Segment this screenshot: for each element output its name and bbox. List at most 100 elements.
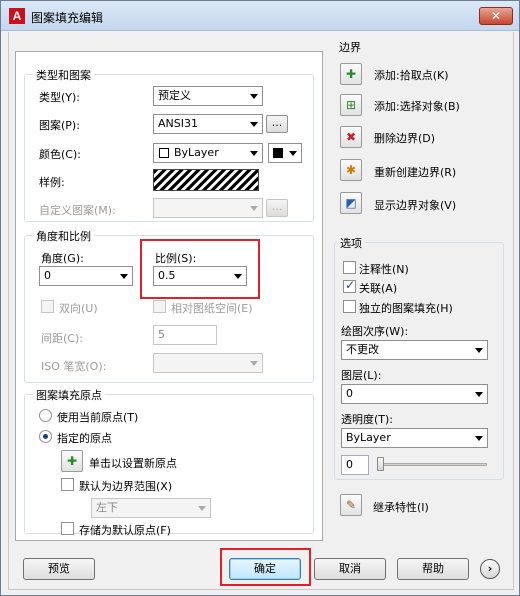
remove-boundaries-icon: ✖ xyxy=(345,130,357,144)
relative-paper-label: 相对图纸空间(E) xyxy=(171,302,253,315)
set-origin-label: 单击以设置新原点 xyxy=(89,457,177,470)
double-label: 双向(U) xyxy=(59,302,98,315)
view-selections-icon: ◩ xyxy=(345,196,357,210)
chevron-down-icon xyxy=(250,94,258,99)
draw-order-value: 不更改 xyxy=(346,343,379,356)
chevron-down-icon xyxy=(475,348,483,353)
view-selections-button[interactable]: ◩ xyxy=(340,192,362,214)
preview-button[interactable]: 预览 xyxy=(23,558,95,580)
custom-pattern-select[interactable] xyxy=(153,198,263,218)
remove-boundaries-button[interactable]: ✖ xyxy=(340,126,362,148)
specified-origin-radio[interactable] xyxy=(39,430,52,443)
draw-order-select[interactable]: 不更改 xyxy=(341,340,488,360)
recreate-boundary-icon: ✱ xyxy=(345,163,357,177)
layer-select[interactable]: 0 xyxy=(341,384,488,404)
add-select-objects-label: 添加:选择对象(B) xyxy=(374,100,460,113)
cancel-button[interactable]: 取消 xyxy=(314,558,386,580)
chevron-down-icon xyxy=(250,206,258,211)
pattern-value: ANSI31 xyxy=(158,117,198,130)
transparency-slider-thumb[interactable] xyxy=(377,457,384,471)
remove-boundaries-label: 删除边界(D) xyxy=(374,132,436,145)
color-value: ByLayer xyxy=(174,146,219,159)
double-checkbox[interactable] xyxy=(41,300,54,313)
chevron-down-icon xyxy=(250,122,258,127)
close-button[interactable]: ✕ xyxy=(479,7,513,25)
hatch-origin-title: 图案填充原点 xyxy=(33,387,105,403)
add-pick-points-label: 添加:拾取点(K) xyxy=(374,69,449,82)
chevron-down-icon xyxy=(475,436,483,441)
angle-select[interactable]: 0 xyxy=(39,266,133,286)
default-extent-label: 默认为边界范围(X) xyxy=(79,480,173,493)
scale-highlight xyxy=(140,239,260,299)
transparency-number-input[interactable]: 0 xyxy=(341,455,369,475)
color-select[interactable]: ByLayer xyxy=(153,143,263,163)
iso-pen-select[interactable] xyxy=(153,353,263,373)
background-color-select[interactable] xyxy=(268,143,302,163)
inherit-properties-label: 继承特性(I) xyxy=(373,501,429,514)
recreate-boundary-label: 重新创建边界(R) xyxy=(374,166,457,179)
transparency-value: ByLayer xyxy=(346,431,391,444)
set-origin-button[interactable]: ✚ xyxy=(61,450,83,472)
chevron-down-icon xyxy=(289,151,297,156)
boundaries-title: 边界 xyxy=(336,39,364,55)
associative-label: 关联(A) xyxy=(359,282,398,295)
swatch-label: 样例: xyxy=(39,176,65,189)
spacing-input[interactable]: 5 xyxy=(153,325,217,345)
custom-pattern-label: 自定义图案(M): xyxy=(39,204,116,217)
transparency-select[interactable]: ByLayer xyxy=(341,428,488,448)
pattern-swatch-preview[interactable] xyxy=(153,169,259,191)
options-group: 选项 注释性(N) 关联(A) 独立的图案填充(H) 绘图次序(W): 不更改 … xyxy=(334,235,504,480)
boundaries-group: 边界 ✚ 添加:拾取点(K) ⊞ 添加:选择对象(B) ✖ 删除边界(D) ✱ … xyxy=(334,39,504,227)
type-pattern-title: 类型和图案 xyxy=(33,67,94,83)
chevron-down-icon xyxy=(250,151,258,156)
recreate-boundary-button[interactable]: ✱ xyxy=(340,159,362,181)
color-label: 颜色(C): xyxy=(39,148,81,161)
type-pattern-group: 类型和图案 类型(Y): 预定义 图案(P): ANSI31 ... 颜色(C)… xyxy=(24,67,314,222)
extent-position-value: 左下 xyxy=(96,501,118,514)
use-current-origin-label: 使用当前原点(T) xyxy=(57,411,139,424)
pick-origin-icon: ✚ xyxy=(66,454,78,468)
angle-scale-title: 角度和比例 xyxy=(33,228,94,244)
autocad-logo-icon: A xyxy=(9,8,25,24)
extent-position-select[interactable]: 左下 xyxy=(91,498,211,518)
more-options-button[interactable]: › xyxy=(480,559,500,579)
spacing-label: 间距(C): xyxy=(41,332,83,345)
annotative-label: 注释性(N) xyxy=(359,263,409,276)
use-current-origin-radio[interactable] xyxy=(39,409,52,422)
add-pick-points-icon: ✚ xyxy=(345,67,357,81)
annotative-checkbox[interactable] xyxy=(343,261,356,274)
store-default-origin-checkbox[interactable] xyxy=(61,522,74,535)
title-bar[interactable]: A 图案填充编辑 ✕ xyxy=(1,1,519,31)
help-button[interactable]: 帮助 xyxy=(397,558,469,580)
hatch-origin-group: 图案填充原点 使用当前原点(T) 指定的原点 ✚ 单击以设置新原点 默认为边界范… xyxy=(24,387,314,537)
add-select-objects-icon: ⊞ xyxy=(345,98,357,112)
add-pick-points-button[interactable]: ✚ xyxy=(340,63,362,85)
pattern-browse-button[interactable]: ... xyxy=(266,115,288,133)
separate-hatches-checkbox[interactable] xyxy=(343,300,356,313)
associative-checkbox[interactable] xyxy=(343,278,356,293)
specified-origin-label: 指定的原点 xyxy=(57,432,112,445)
draw-order-label: 绘图次序(W): xyxy=(341,325,409,338)
add-select-objects-button[interactable]: ⊞ xyxy=(340,94,362,116)
iso-pen-label: ISO 笔宽(O): xyxy=(41,360,107,373)
angle-value: 0 xyxy=(44,269,51,282)
layer-value: 0 xyxy=(346,387,353,400)
transparency-slider-track[interactable] xyxy=(377,463,487,466)
pattern-select[interactable]: ANSI31 xyxy=(153,114,263,134)
inherit-properties-button[interactable]: ✎ xyxy=(340,494,362,516)
layer-label: 图层(L): xyxy=(341,369,382,382)
angle-label: 角度(G): xyxy=(41,252,84,265)
custom-browse-button[interactable]: ... xyxy=(266,199,288,217)
chevron-down-icon xyxy=(120,274,128,279)
color-box-icon xyxy=(159,148,169,158)
ok-highlight xyxy=(220,548,311,586)
default-extent-checkbox[interactable] xyxy=(61,478,74,491)
type-label: 类型(Y): xyxy=(39,91,81,104)
pattern-label: 图案(P): xyxy=(39,119,80,132)
chevron-down-icon xyxy=(198,506,206,511)
chevron-down-icon xyxy=(475,392,483,397)
inherit-brush-icon: ✎ xyxy=(345,498,357,512)
type-select[interactable]: 预定义 xyxy=(153,86,263,106)
separate-hatches-label: 独立的图案填充(H) xyxy=(359,302,453,315)
relative-paper-checkbox[interactable] xyxy=(153,300,166,313)
